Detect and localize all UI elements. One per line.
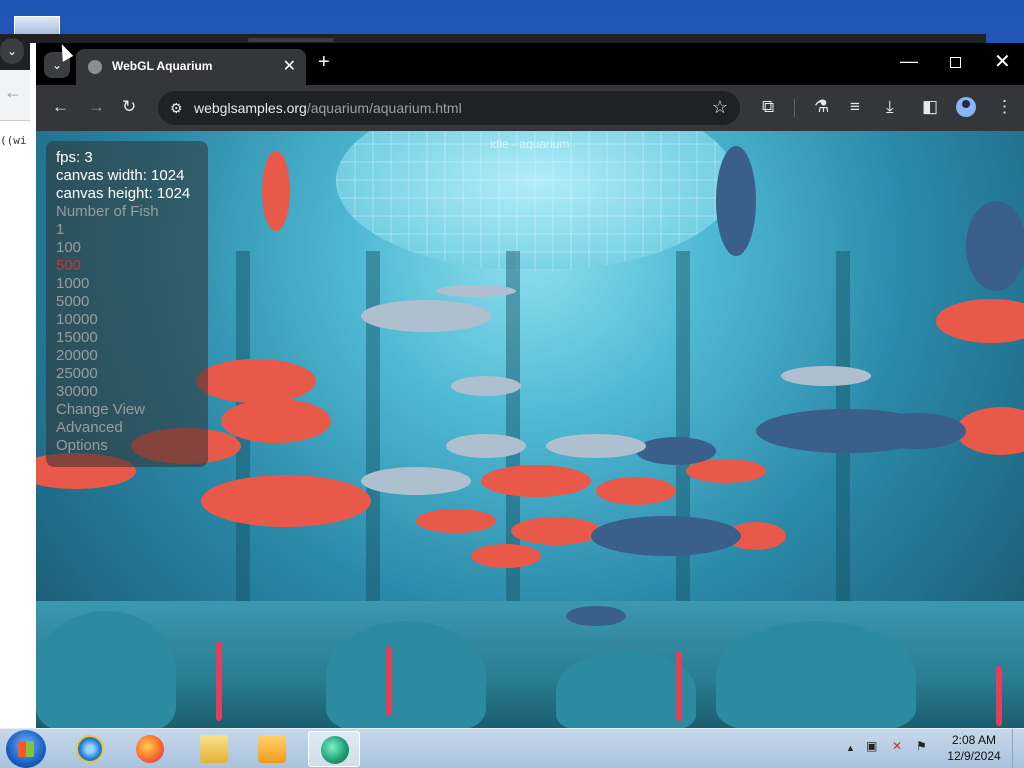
aquarium-canvas[interactable]: idle - aquarium fps: 3 canvas width: 102… — [36, 131, 1024, 728]
extensions-icon[interactable]: ⧉ — [762, 97, 774, 117]
advanced-link[interactable]: Advanced — [56, 419, 198, 437]
fish-option-1000[interactable]: 1000 — [56, 275, 198, 293]
red-fish — [196, 359, 316, 403]
reading-list-icon[interactable]: ≡ — [850, 97, 860, 117]
tuna — [716, 146, 756, 256]
silver-fish — [781, 366, 871, 386]
network-icon[interactable]: ▣ — [866, 739, 877, 753]
clock-time[interactable]: 2:08 AM — [946, 733, 1002, 747]
fps-readout: fps: 3 — [56, 149, 93, 166]
change-view-link[interactable]: Change View — [56, 401, 198, 419]
download-icon[interactable]: ⤓ — [886, 97, 894, 117]
silver-fish — [436, 285, 516, 297]
new-tab-button[interactable]: + — [318, 51, 330, 74]
tuna — [966, 201, 1024, 291]
tuna — [866, 413, 966, 449]
address-bar[interactable]: ⚙ webglsamples.org/aquarium/aquarium.htm… — [158, 91, 740, 125]
bookmark-star-icon[interactable]: ☆ — [712, 97, 728, 118]
side-panel-icon[interactable]: ◧ — [922, 97, 938, 117]
tab-webgl-aquarium[interactable]: WebGL Aquarium ✕ — [76, 49, 306, 85]
url-text[interactable]: webglsamples.org/aquarium/aquarium.html — [194, 100, 462, 116]
red-fish — [471, 544, 541, 568]
close-tab-icon[interactable]: ✕ — [283, 56, 296, 76]
firefox-icon — [136, 735, 164, 763]
silver-fish — [451, 376, 521, 396]
url-host: webglsamples.org — [194, 100, 307, 116]
canvas-width-readout: canvas width: 1024 — [56, 167, 185, 184]
action-center-flag-icon[interactable]: ⚑ — [916, 739, 927, 753]
maximize-button[interactable] — [950, 57, 961, 68]
url-path: /aquarium/aquarium.html — [306, 100, 462, 116]
silver-fish — [361, 467, 471, 495]
media-player-icon — [258, 735, 286, 763]
reload-icon[interactable]: ↻ — [122, 97, 136, 117]
show-desktop-button[interactable] — [1012, 729, 1024, 768]
fish-option-10000[interactable]: 10000 — [56, 311, 198, 329]
background-tab[interactable] — [248, 38, 334, 42]
silver-fish — [446, 434, 526, 458]
tuna — [566, 606, 626, 626]
active-app-taskbar-button[interactable] — [308, 731, 360, 767]
internet-explorer-taskbar-button[interactable] — [64, 731, 116, 767]
red-fish — [221, 399, 331, 443]
tuna — [636, 437, 716, 465]
folder-icon — [200, 735, 228, 763]
forward-icon[interactable]: → — [88, 97, 105, 117]
background-page-text: ((wi — [0, 134, 27, 147]
fish-option-15000[interactable]: 15000 — [56, 329, 198, 347]
options-link[interactable]: Options — [56, 437, 198, 455]
fish-option-1[interactable]: 1 — [56, 221, 198, 239]
silver-fish — [546, 434, 646, 458]
file-explorer-taskbar-button[interactable] — [188, 731, 240, 767]
fish-option-30000[interactable]: 30000 — [56, 383, 198, 401]
canvas-height-readout: canvas height: 1024 — [56, 185, 191, 202]
red-fish — [956, 407, 1024, 455]
app-icon — [321, 736, 349, 764]
silver-fish — [361, 300, 491, 332]
red-fish — [936, 299, 1024, 343]
menu-icon[interactable]: ⋮ — [996, 97, 1013, 117]
profile-avatar[interactable] — [956, 97, 976, 117]
red-fish — [416, 509, 496, 533]
red-fish — [201, 475, 371, 527]
taskbar: ▲ ▣ ✕ ⚑ 2:08 AM 12/9/2024 — [0, 728, 1024, 768]
red-fish — [511, 517, 601, 545]
toolbar-divider — [794, 99, 795, 117]
page-title: idle - aquarium — [490, 137, 570, 151]
aquarium-hud: fps: 3 canvas width: 1024 canvas height:… — [46, 141, 208, 467]
clock-date[interactable]: 12/9/2024 — [946, 749, 1002, 763]
red-fish — [596, 477, 676, 505]
fish-option-100[interactable]: 100 — [56, 239, 198, 257]
red-fish — [481, 465, 591, 497]
number-of-fish-label: Number of Fish — [56, 203, 159, 220]
volume-muted-icon[interactable]: ✕ — [892, 739, 902, 753]
fish-option-25000[interactable]: 25000 — [56, 365, 198, 383]
toolbar: ← → ↻ ⚙ webglsamples.org/aquarium/aquari… — [36, 85, 1024, 131]
browser-window: ⌄ WebGL Aquarium ✕ + — ✕ ← → ↻ ⚙ webglsa… — [30, 43, 1024, 728]
start-button[interactable] — [6, 730, 46, 768]
labs-icon[interactable]: ⚗ — [814, 97, 829, 117]
tab-title: WebGL Aquarium — [112, 59, 213, 73]
titlebar: ⌄ WebGL Aquarium ✕ + — ✕ — [36, 43, 1024, 85]
show-hidden-icons-button[interactable]: ▲ — [846, 743, 855, 753]
firefox-taskbar-button[interactable] — [124, 731, 176, 767]
minimize-button[interactable]: — — [900, 51, 918, 72]
red-fish — [262, 151, 290, 231]
background-tab-search-button[interactable]: ⌄ — [0, 38, 24, 64]
background-back-icon[interactable]: ← — [4, 82, 22, 103]
fish-option-500[interactable]: 500 — [56, 257, 198, 275]
site-info-icon[interactable]: ⚙ — [170, 100, 183, 117]
globe-icon — [88, 60, 102, 74]
tuna — [591, 516, 741, 556]
back-icon[interactable]: ← — [52, 97, 69, 117]
media-player-taskbar-button[interactable] — [246, 731, 298, 767]
close-window-button[interactable]: ✕ — [994, 49, 1011, 74]
internet-explorer-icon — [76, 735, 104, 763]
fish-option-5000[interactable]: 5000 — [56, 293, 198, 311]
fish-option-20000[interactable]: 20000 — [56, 347, 198, 365]
